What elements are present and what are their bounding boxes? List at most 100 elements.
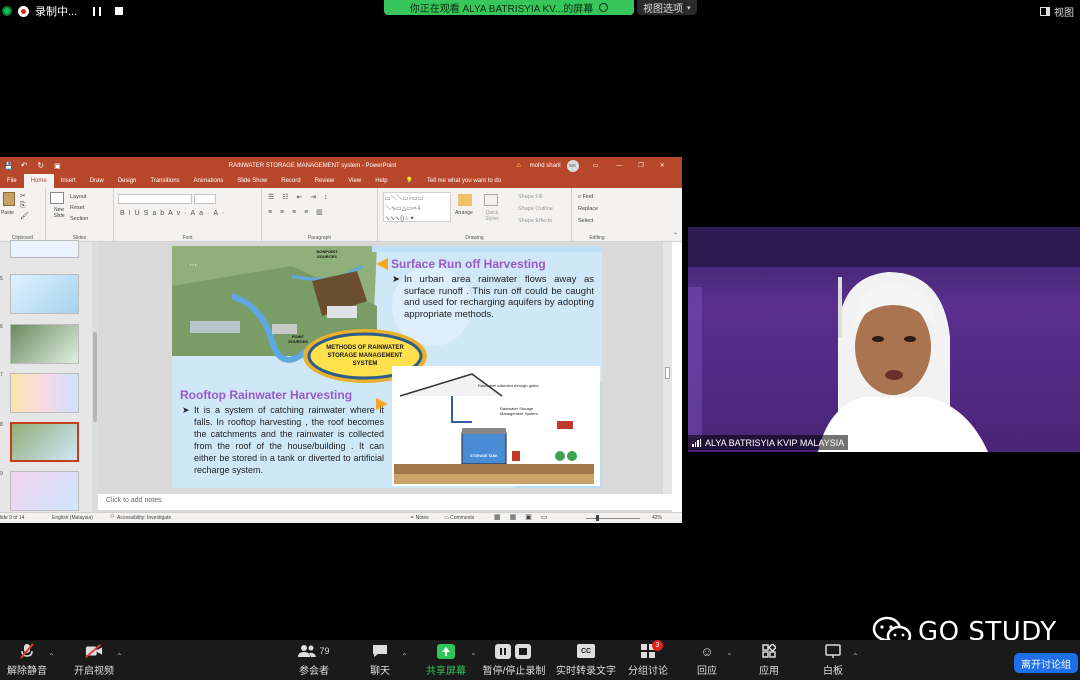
copy-icon[interactable]: ⎘ xyxy=(20,202,26,210)
shape-effects-button[interactable]: Shape Effects xyxy=(518,218,552,224)
notes-pane[interactable]: Click to add notes xyxy=(98,494,672,510)
close-icon[interactable]: ✕ xyxy=(660,162,665,169)
tab-slide-show[interactable]: Slide Show xyxy=(230,174,274,188)
format-painter-icon[interactable]: 🖌 xyxy=(20,212,29,220)
tell-me-search[interactable]: Tell me what you want to do xyxy=(420,174,508,188)
tab-record[interactable]: Record xyxy=(274,174,307,188)
unmute-button[interactable]: 解除静音 xyxy=(4,640,50,680)
meeting-info-icon[interactable] xyxy=(2,6,12,16)
pause-record-icon[interactable] xyxy=(93,6,102,16)
replace-button[interactable]: Replace xyxy=(578,206,598,212)
breakout-rooms-button[interactable]: 3 分组讨论 xyxy=(626,640,670,680)
scrollbar-thumb[interactable] xyxy=(665,367,670,379)
zoom-slider[interactable] xyxy=(586,518,640,519)
font-name-select[interactable] xyxy=(118,194,192,204)
font-size-select[interactable] xyxy=(194,194,216,204)
paste-icon[interactable] xyxy=(3,192,15,206)
zoom-slider-thumb[interactable] xyxy=(596,515,599,521)
tab-design[interactable]: Design xyxy=(111,174,144,188)
select-button[interactable]: Select xyxy=(578,218,593,224)
undo-icon[interactable]: ↶ xyxy=(21,161,28,170)
view-options-button[interactable]: 视图选项 ▾ xyxy=(637,0,697,15)
participants-button[interactable]: 79 参会者 xyxy=(294,640,334,680)
recording-indicator[interactable]: 录制中... xyxy=(2,2,124,20)
slide-thumbnail[interactable] xyxy=(10,324,79,364)
tab-review[interactable]: Review xyxy=(308,174,342,188)
quick-styles-label[interactable]: Quick Styles xyxy=(480,210,504,222)
shapes-gallery[interactable]: ▭＼＼▭○▭▭ ＼∿▭△▭⇨⇩ ∿∿∿{}☆✦ xyxy=(383,192,451,222)
accessibility-status[interactable]: Accessibility: Investigate xyxy=(117,515,171,521)
comments-toggle[interactable]: ▭ Comments xyxy=(444,515,474,521)
pause-stop-recording-button[interactable]: 暂停/停止录制 xyxy=(480,640,548,680)
slide-thumbnail[interactable] xyxy=(10,373,79,413)
slide-canvas[interactable]: ▪ ▪ ▪ NONPOINT SOURCES POINT SOURCES Sur… xyxy=(172,246,602,488)
zoom-level[interactable]: 42% xyxy=(652,515,662,521)
slide-body-surface-text: In urban area rainwater flows away as su… xyxy=(404,274,594,320)
shape-fill-button[interactable]: Shape Fill xyxy=(518,194,542,200)
user-name[interactable]: mohd sharil xyxy=(530,163,561,169)
scrollbar-thumb[interactable] xyxy=(93,332,97,422)
language-status[interactable]: English (Malaysia) xyxy=(52,515,93,521)
view-button[interactable]: 视图 xyxy=(1040,4,1074,19)
save-icon[interactable]: 💾 xyxy=(4,162,13,170)
paste-label[interactable]: Paste xyxy=(1,210,14,216)
tab-animations[interactable]: Animations xyxy=(187,174,231,188)
editor-scrollbar[interactable] xyxy=(663,242,672,497)
tab-transitions[interactable]: Transitions xyxy=(143,174,186,188)
minimize-icon[interactable]: — xyxy=(616,163,622,169)
quick-styles-icon[interactable] xyxy=(484,194,498,206)
find-button[interactable]: ⌕ Find xyxy=(578,194,593,201)
view-options-label: 视图选项 xyxy=(643,4,683,15)
tab-help[interactable]: Help xyxy=(368,174,394,188)
new-slide-label[interactable]: New Slide xyxy=(48,207,70,219)
share-options-caret[interactable]: ⌃ xyxy=(470,652,477,661)
tab-file[interactable]: File xyxy=(0,174,24,188)
live-transcript-button[interactable]: CC 实时转录文字 xyxy=(556,640,616,680)
reset-button[interactable]: Reset xyxy=(70,205,84,211)
align-buttons[interactable]: ≡ ≡ ≡ ≡ ▥ xyxy=(268,208,326,216)
maximize-icon[interactable]: ❐ xyxy=(638,162,643,169)
avatar[interactable]: MS xyxy=(566,159,579,172)
audio-options-caret[interactable]: ⌃ xyxy=(48,652,55,661)
apps-icon xyxy=(760,643,778,659)
list-buttons[interactable]: ☰ ☷ ⇤ ⇥ ↕ xyxy=(268,193,331,201)
whiteboard-button[interactable]: 白板 xyxy=(816,640,850,680)
video-options-caret[interactable]: ⌃ xyxy=(116,652,123,661)
section-button[interactable]: Section xyxy=(70,216,88,222)
whiteboard-options-caret[interactable]: ⌃ xyxy=(852,652,859,661)
font-format-buttons[interactable]: BIUSabAv·Aa·A· xyxy=(120,210,228,217)
new-slide-icon[interactable] xyxy=(50,192,64,204)
tab-insert[interactable]: Insert xyxy=(54,174,83,188)
cut-icon[interactable]: ✂ xyxy=(20,192,26,200)
reactions-options-caret[interactable]: ⌃ xyxy=(726,652,733,661)
arrange-icon[interactable] xyxy=(458,194,472,206)
slide-thumbnail[interactable] xyxy=(10,240,79,258)
tab-view[interactable]: View xyxy=(341,174,368,188)
slide-thumbnail[interactable] xyxy=(10,274,79,314)
reactions-button[interactable]: ☺ 回应 xyxy=(690,640,724,680)
leave-breakout-button[interactable]: 离开讨论组 xyxy=(1014,653,1078,673)
chat-button[interactable]: 聊天 xyxy=(362,640,398,680)
tab-draw[interactable]: Draw xyxy=(83,174,111,188)
layout-button[interactable]: Layout xyxy=(70,194,87,200)
stop-record-icon[interactable] xyxy=(115,7,124,15)
view-buttons[interactable]: ▦▦▣▭ xyxy=(494,513,556,521)
slide-thumbnail-selected[interactable] xyxy=(10,422,79,462)
participant-video[interactable] xyxy=(688,227,1080,452)
arrange-label[interactable]: Arrange xyxy=(455,210,473,216)
apps-button[interactable]: 应用 xyxy=(752,640,786,680)
redo-icon[interactable]: ↻ xyxy=(37,161,44,170)
tab-home[interactable]: Home xyxy=(23,174,54,188)
pause-stop-icon xyxy=(494,643,534,659)
present-icon[interactable]: ▣ xyxy=(54,162,61,170)
warning-icon: ⚠ xyxy=(516,163,522,169)
share-screen-button[interactable]: 共享屏幕 xyxy=(424,640,468,680)
ribbon-display-icon[interactable]: ▭ xyxy=(593,162,599,169)
slide-thumbnail[interactable] xyxy=(10,471,79,511)
chat-options-caret[interactable]: ⌃ xyxy=(401,652,408,661)
participants-icon: 79 xyxy=(298,643,330,659)
shape-outline-button[interactable]: Shape Outline xyxy=(518,206,553,212)
collapse-ribbon-icon[interactable]: ⌃ xyxy=(673,232,678,239)
start-video-button[interactable]: 开启视频 xyxy=(70,640,118,680)
notes-toggle[interactable]: ≐ Notes xyxy=(410,515,429,521)
